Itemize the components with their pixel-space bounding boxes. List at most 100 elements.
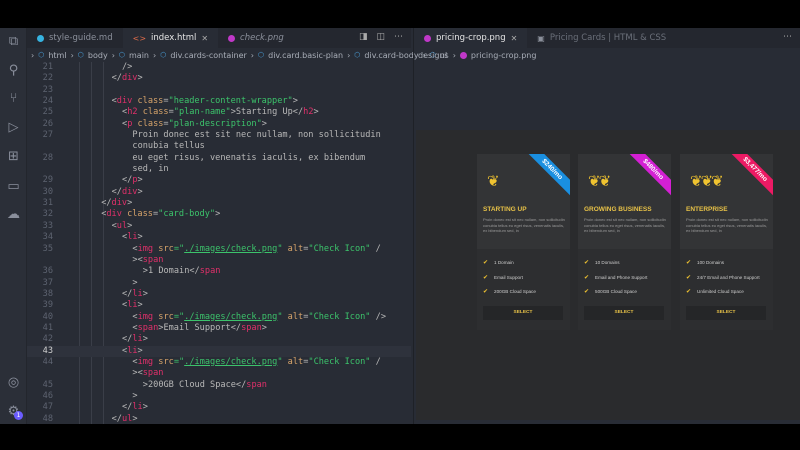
code-token: >: [137, 300, 143, 311]
account-icon[interactable]: ◎: [5, 374, 22, 391]
feature-list: ✔ 100 Domains ✔ 24/7 Email and Phone Suppor…: [680, 249, 773, 295]
check-icon: ✔: [584, 260, 590, 266]
wheat-icon: ❦: [487, 172, 500, 190]
code-text: </div>: [112, 187, 143, 198]
run-debug-icon[interactable]: ▷: [5, 119, 22, 136]
code-line[interactable]: 26 <p class="plan-description">: [27, 119, 411, 130]
code-token: >Email Support</: [158, 322, 242, 333]
wheat-icon: ❦❦: [588, 172, 611, 190]
chevron-right-icon: ›: [31, 50, 35, 60]
line-number: 35: [42, 243, 53, 254]
more-actions-icon[interactable]: ⋯: [783, 32, 792, 42]
code-token: >1 Domain</: [142, 266, 200, 277]
code-line[interactable]: 22 </div>: [27, 73, 411, 84]
line-number: 28: [42, 152, 53, 163]
code-line[interactable]: 40 <img src="./images/check.png" alt="Che…: [27, 312, 411, 323]
code-token: >: [137, 345, 143, 356]
docker-icon[interactable]: ☁: [5, 206, 22, 223]
element-icon: ⬡: [258, 51, 265, 59]
breadcrumb-item[interactable]: body: [88, 51, 108, 60]
extensions-icon[interactable]: ⊞: [5, 148, 22, 165]
code-line[interactable]: ><span: [27, 368, 411, 379]
code-token: class: [132, 118, 164, 129]
code-token: />: [122, 62, 133, 72]
code-line[interactable]: sed, in: [27, 164, 411, 175]
code-token: "Check Icon": [308, 356, 371, 367]
code-line[interactable]: 34 <li>: [27, 232, 411, 243]
explorer-icon[interactable]: ⧉: [5, 33, 22, 50]
code-token: >: [142, 334, 148, 345]
code-line[interactable]: 48 </ul>: [27, 414, 411, 424]
source-control-icon[interactable]: ⑂: [5, 90, 22, 107]
breadcrumb-item[interactable]: div.cards-container: [170, 51, 246, 60]
code-token: >: [132, 413, 138, 424]
breadcrumb-item[interactable]: pricing-crop.png: [471, 51, 537, 60]
tab-check-png[interactable]: check.png: [218, 28, 294, 48]
chevron-right-icon: ›: [250, 50, 254, 60]
code-line[interactable]: 31 </div>: [27, 198, 411, 209]
code-line[interactable]: 30 </div>: [27, 187, 411, 198]
code-line[interactable]: 33 <ul>: [27, 221, 411, 232]
code-line[interactable]: 28 eu eget risus, venenatis iaculis, ex b…: [27, 153, 411, 164]
breadcrumb-item[interactable]: div.card-body: [364, 51, 418, 60]
code-line[interactable]: 42 </li>: [27, 334, 411, 345]
code-line[interactable]: 45 >200GB Cloud Space</span: [27, 380, 411, 391]
code-line[interactable]: 21 />: [27, 62, 411, 73]
check-icon: ✔: [483, 274, 489, 281]
close-icon[interactable]: ✕: [201, 34, 208, 43]
code-line[interactable]: 36 >1 Domain</span: [27, 266, 411, 277]
code-line[interactable]: 27 Proin donec est sit nec nullam, non so…: [27, 130, 411, 141]
feature-label: 200GB Cloud Space: [494, 289, 536, 294]
feature-item: ✔ 10 Domains: [584, 259, 671, 266]
breadcrumb: › ⬡ html › ⬡ body › ⬡ main › ⬡ div.cards-container ›…: [27, 48, 447, 62]
code-line[interactable]: 23: [27, 85, 411, 96]
code-line[interactable]: 38 </li>: [27, 289, 411, 300]
code-line[interactable]: 37 >: [27, 278, 411, 289]
code-editor[interactable]: 21/> 22 </div> 23 24 <div class="header-conte…: [27, 62, 411, 424]
feature-label: 500GB Cloud Space: [595, 289, 637, 294]
code-line[interactable]: 29 </p>: [27, 175, 411, 186]
tab-index-html[interactable]: <> index.html ✕: [122, 28, 219, 48]
code-line[interactable]: 41 <span>Email Support</span>: [27, 323, 411, 334]
more-actions-icon[interactable]: ⋯: [394, 32, 403, 42]
code-line[interactable]: 32 <div class="card-body">: [27, 209, 411, 220]
image-file-icon: [459, 51, 467, 59]
remote-explorer-icon[interactable]: ▭: [5, 178, 22, 195]
close-icon[interactable]: ✕: [511, 34, 518, 43]
feature-label: 1 Domain: [494, 260, 514, 265]
code-line[interactable]: ><span: [27, 255, 411, 266]
breadcrumb-item[interactable]: html: [48, 51, 66, 60]
chevron-right-icon: ›: [111, 50, 115, 60]
search-icon[interactable]: ⚲: [5, 62, 22, 79]
chevron-right-icon: ›: [70, 50, 74, 60]
open-preview-icon[interactable]: ◨: [359, 32, 368, 42]
tab-pricing-cards-preview[interactable]: ▣ Pricing Cards | HTML & CSS: [527, 28, 676, 48]
tab-pricing-crop[interactable]: pricing-crop.png ✕: [414, 28, 528, 48]
tab-label: style-guide.md: [49, 33, 113, 43]
line-number: 40: [42, 311, 53, 322]
line-number: 33: [42, 220, 53, 231]
tab-style-guide[interactable]: style-guide.md: [27, 28, 123, 48]
breadcrumb-item[interactable]: designs: [418, 51, 449, 60]
code-line[interactable]: 24 <div class="header-content-wrapper">: [27, 96, 411, 107]
code-token: li: [132, 334, 143, 345]
code-line[interactable]: 35 <img src="./images/check.png" alt="Che…: [27, 244, 411, 255]
code-line[interactable]: 25 <h2 class="plan-name">Starting Up</h2>: [27, 107, 411, 118]
editor-tabs-right: pricing-crop.png ✕ ▣ Pricing Cards | HTML …: [414, 28, 800, 48]
code-line[interactable]: conubia tellus: [27, 141, 411, 152]
pricing-card: ❦ $240/mo STARTING UP Proin donec est sit n…: [477, 154, 570, 330]
code-token: >Starting Up</: [230, 107, 304, 118]
split-editor-icon[interactable]: ◫: [376, 32, 385, 42]
code-token: </: [111, 413, 122, 424]
code-text: <img src="./images/check.png" alt="Check…: [132, 244, 380, 255]
breadcrumb-item[interactable]: main: [129, 51, 149, 60]
code-line[interactable]: 47 </li>: [27, 402, 411, 413]
code-line[interactable]: 44 <img src="./images/check.png" alt="Che…: [27, 357, 411, 368]
feature-item: ✔ 24/7 Email and Phone Support: [686, 274, 773, 281]
code-text: >: [132, 278, 137, 289]
breadcrumb-item[interactable]: div.card.basic-plan: [268, 51, 343, 60]
code-line[interactable]: 46 >: [27, 391, 411, 402]
code-line[interactable]: 43 <li>: [27, 345, 411, 357]
code-line[interactable]: 39 <li>: [27, 300, 411, 311]
plan-description: Proin donec est sit nec nullam, non soll…: [584, 217, 666, 233]
